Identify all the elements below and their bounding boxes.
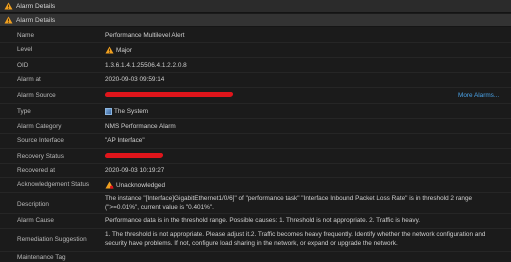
row-label: Alarm Source bbox=[17, 92, 56, 99]
window-title: Alarm Details bbox=[16, 2, 56, 10]
row-label: Alarm Category bbox=[17, 123, 62, 130]
cause-text: Performance data is in the threshold ran… bbox=[105, 217, 421, 224]
divider bbox=[0, 192, 511, 193]
row-value: Performance Multilevel Alert bbox=[105, 32, 185, 39]
type-text: The System bbox=[114, 108, 149, 115]
level-text: Major bbox=[116, 46, 132, 54]
row-label: Recovered at bbox=[17, 167, 56, 174]
window-titlebar: Alarm Details bbox=[0, 0, 511, 13]
row-label: Description bbox=[17, 201, 49, 208]
alarm-source-value[interactable] bbox=[104, 92, 234, 97]
row-value-container: Major bbox=[105, 46, 132, 54]
major-warning-icon bbox=[105, 46, 114, 54]
row-label: OID bbox=[17, 62, 29, 69]
row-label: Source Interface bbox=[17, 137, 64, 144]
divider bbox=[0, 72, 511, 73]
row-label: Name bbox=[17, 32, 35, 39]
warning-icon bbox=[4, 2, 13, 10]
row-label: Remediation Suggestion bbox=[17, 236, 87, 243]
more-alarms-link[interactable]: More Alarms... bbox=[458, 92, 499, 99]
row-value-container: Unacknowledged bbox=[105, 181, 165, 189]
divider bbox=[0, 213, 511, 214]
divider bbox=[0, 251, 511, 252]
divider bbox=[0, 148, 511, 149]
row-label: Acknowledgement Status bbox=[17, 181, 90, 188]
divider bbox=[0, 103, 511, 104]
row-label: Maintenance Tag bbox=[17, 254, 66, 261]
row-value: 1.3.6.1.4.1.25506.4.1.2.2.0.8 bbox=[105, 62, 187, 69]
ack-status-text: Unacknowledged bbox=[116, 181, 166, 189]
divider bbox=[0, 87, 511, 88]
row-value: 2020-09-03 09:59:14 bbox=[105, 76, 165, 83]
divider bbox=[0, 163, 511, 164]
unacknowledged-alarm-icon bbox=[105, 181, 114, 189]
recovery-status-value bbox=[104, 153, 164, 158]
panel-header: Alarm Details bbox=[0, 14, 511, 27]
divider bbox=[0, 42, 511, 43]
row-label: Recovery Status bbox=[17, 153, 64, 160]
row-value: 2020-09-03 10:19:27 bbox=[105, 167, 165, 174]
divider bbox=[0, 118, 511, 119]
source-interface-link[interactable]: "AP Interface" bbox=[105, 137, 145, 144]
redaction-mark bbox=[104, 153, 164, 158]
redaction-mark bbox=[104, 92, 234, 97]
row-label: Type bbox=[17, 108, 31, 115]
remediation-text: 1. The threshold is not appropriate. Ple… bbox=[105, 231, 486, 247]
description-text: The instance "[Interface]GigabitEthernet… bbox=[105, 195, 473, 211]
row-label: Level bbox=[17, 46, 33, 53]
divider bbox=[0, 228, 511, 229]
row-value: NMS Performance Alarm bbox=[105, 123, 176, 130]
system-icon bbox=[105, 108, 112, 115]
divider bbox=[0, 57, 511, 58]
row-value-container: The System bbox=[105, 108, 148, 115]
warning-icon bbox=[4, 16, 13, 24]
panel-title: Alarm Details bbox=[16, 16, 56, 24]
divider bbox=[0, 177, 511, 178]
divider bbox=[0, 133, 511, 134]
row-label: Alarm Cause bbox=[17, 217, 54, 224]
row-label: Alarm at bbox=[17, 76, 41, 83]
